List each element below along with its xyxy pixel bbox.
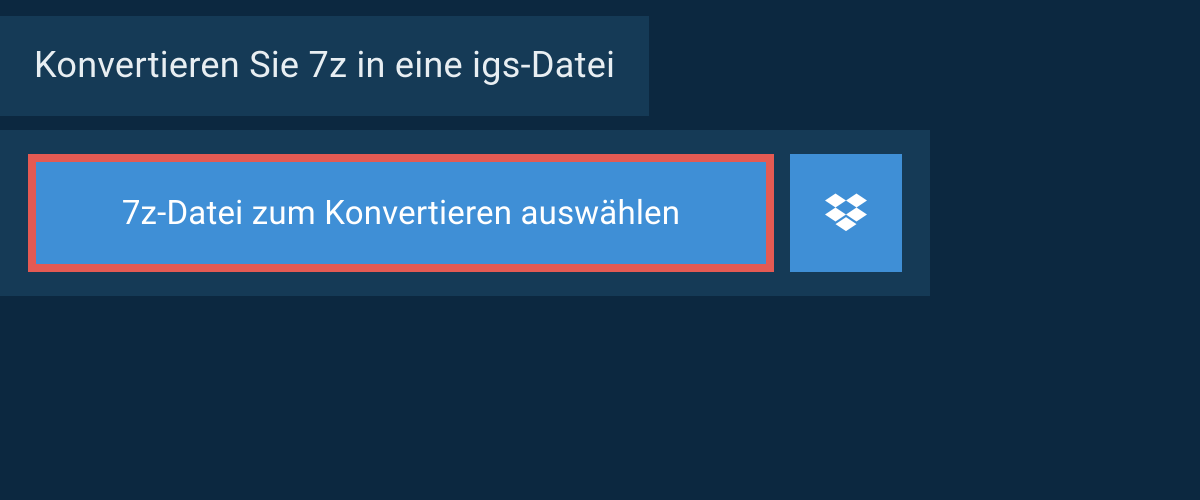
page-title: Konvertieren Sie 7z in eine igs-Datei — [34, 44, 615, 86]
upload-panel: 7z-Datei zum Konvertieren auswählen — [0, 130, 930, 296]
select-file-button[interactable]: 7z-Datei zum Konvertieren auswählen — [36, 162, 766, 264]
dropbox-button[interactable] — [790, 154, 902, 272]
select-file-highlight: 7z-Datei zum Konvertieren auswählen — [28, 154, 774, 272]
dropbox-icon — [825, 190, 867, 236]
header-bar: Konvertieren Sie 7z in eine igs-Datei — [0, 16, 649, 116]
